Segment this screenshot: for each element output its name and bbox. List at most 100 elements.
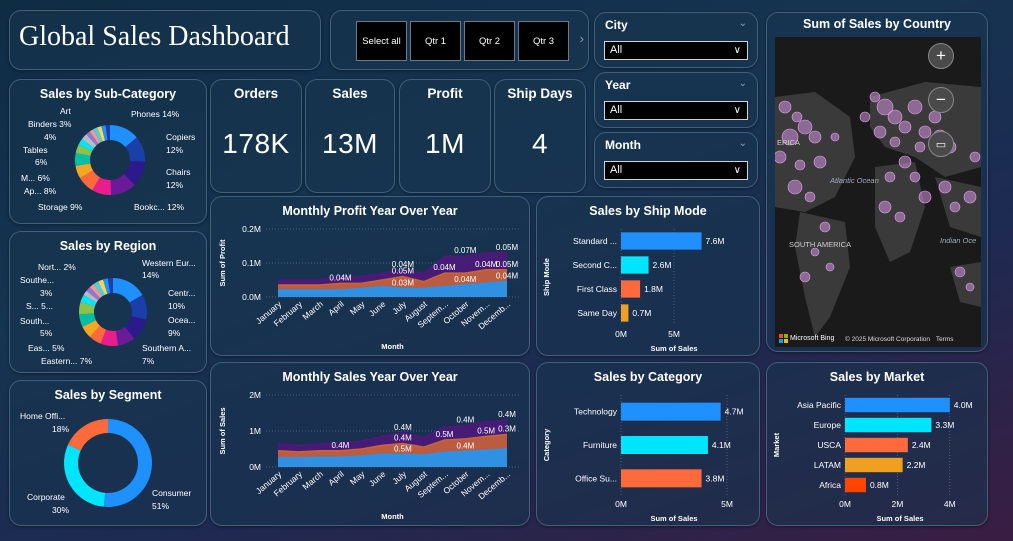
chevron-down-icon[interactable]: ⌄	[739, 18, 747, 29]
zoom-out-button[interactable]: −	[928, 87, 954, 113]
map-canvas[interactable]: ERICA Atlantic Ocean SOUTH AMERICA India…	[775, 37, 981, 347]
map-bubble[interactable]	[787, 179, 803, 195]
chevron-down-icon[interactable]: ⌄	[739, 138, 747, 149]
map-bubble[interactable]	[819, 221, 831, 233]
donut-slice[interactable]	[63, 444, 106, 507]
map-bubble[interactable]	[907, 99, 923, 115]
map-bubble[interactable]	[804, 191, 816, 203]
bar[interactable]	[621, 436, 708, 454]
world-map[interactable]: ERICA Atlantic Ocean SOUTH AMERICA India…	[775, 37, 981, 347]
map-bubble[interactable]	[878, 200, 892, 214]
bar[interactable]	[621, 469, 702, 488]
x-tick-label: May	[348, 298, 367, 316]
bar[interactable]	[845, 417, 932, 433]
map-bubble[interactable]	[859, 111, 871, 123]
map-bubble[interactable]	[873, 125, 887, 139]
map-bubble[interactable]	[808, 130, 822, 144]
x-tick-label: April	[326, 469, 346, 488]
city-dropdown[interactable]: All ∨	[604, 41, 748, 60]
bar[interactable]	[621, 402, 721, 421]
bar[interactable]	[845, 397, 950, 413]
donut-slice[interactable]	[67, 419, 108, 451]
map-bubble[interactable]	[775, 150, 787, 164]
map-bubble[interactable]	[894, 211, 906, 223]
data-label: 0.05M	[392, 267, 415, 276]
month-slicer[interactable]: Month ⌄ All ∨	[594, 132, 758, 188]
map-bubble[interactable]	[949, 201, 961, 213]
map-bubble[interactable]	[810, 247, 820, 257]
qtr3-button[interactable]: Qtr 3	[518, 21, 569, 61]
map-bubble[interactable]	[889, 136, 901, 148]
year-dropdown[interactable]: All ∨	[604, 101, 748, 120]
map-bubble[interactable]	[954, 266, 966, 278]
x-tick-label: March	[300, 469, 325, 492]
year-slicer[interactable]: Year ⌄ All ∨	[594, 72, 758, 128]
microsoft-logo-icon	[779, 334, 788, 343]
map-bubble[interactable]	[938, 180, 952, 194]
map-bubble[interactable]	[791, 111, 803, 123]
bar[interactable]	[845, 437, 908, 453]
category-label: Standard ...	[573, 236, 617, 246]
map-bubble[interactable]	[869, 91, 881, 103]
map-bubble[interactable]	[909, 171, 921, 183]
x-axis-label: Sum of Sales	[876, 514, 923, 523]
monthly-profit-title: Monthly Profit Year Over Year	[282, 204, 458, 218]
value-label: 3.8M	[706, 473, 725, 483]
city-dropdown-value: All	[610, 44, 623, 56]
donut-slice[interactable]	[103, 419, 152, 507]
map-bubble[interactable]	[799, 271, 811, 283]
map-copyright: © 2025 Microsoft Corporation Terms	[845, 336, 954, 343]
data-label: 0.04M	[329, 273, 352, 282]
qtr1-button[interactable]: Qtr 1	[410, 21, 461, 61]
donut-label: Chairs	[166, 167, 191, 177]
map-bubble[interactable]	[884, 171, 896, 183]
map-bubble[interactable]	[963, 190, 977, 204]
bar[interactable]	[621, 256, 649, 274]
map-bubble[interactable]	[830, 132, 840, 142]
y-axis-label: Sum of Sales	[218, 407, 227, 454]
x-tick-label: June	[367, 299, 388, 319]
bar[interactable]	[621, 232, 702, 250]
data-label: 0.04M	[433, 263, 456, 272]
select-all-button[interactable]: Select all	[356, 21, 407, 61]
map-bubble[interactable]	[965, 282, 975, 292]
donut-label: 3%	[40, 288, 53, 298]
donut-label: Ap... 8%	[24, 186, 57, 196]
map-bubble[interactable]	[914, 141, 926, 153]
map-bubble[interactable]	[887, 109, 903, 125]
map-bubble[interactable]	[797, 119, 813, 135]
bar[interactable]	[621, 280, 641, 298]
bar[interactable]	[621, 304, 629, 322]
chevron-right-icon[interactable]: ›	[580, 31, 584, 46]
value-label: 4.1M	[712, 440, 731, 450]
map-bubble[interactable]	[898, 155, 912, 169]
map-bubble[interactable]	[918, 190, 932, 204]
map-bubble[interactable]	[778, 100, 792, 114]
bar[interactable]	[845, 477, 866, 493]
map-bubble[interactable]	[794, 159, 806, 171]
category-label: Second C...	[573, 260, 617, 270]
map-bubble[interactable]	[969, 151, 981, 163]
city-slicer[interactable]: City ⌄ All ∨	[594, 12, 758, 68]
segment-title: Sales by Segment	[54, 388, 162, 402]
month-dropdown[interactable]: All ∨	[604, 161, 748, 180]
bar[interactable]	[845, 457, 903, 473]
qtr2-button[interactable]: Qtr 2	[464, 21, 515, 61]
select-area-button[interactable]: ▭	[928, 131, 954, 157]
subcategory-donut-card: Sales by Sub-Category Art Binders 3% 4% …	[9, 79, 207, 224]
segment-donut-card: Sales by Segment Home Offi... 18% Corpor…	[9, 380, 207, 526]
donut-label: 18%	[52, 424, 69, 434]
ship-mode-chart: 0M 5M Standard ... 7.6M Second C... 2.6M First…	[542, 229, 724, 353]
x-tick-label: 5M	[668, 329, 680, 339]
map-bubble[interactable]	[898, 120, 912, 134]
zoom-in-button[interactable]: +	[928, 43, 954, 69]
monthly-profit-chart: 0.0M0.1M0.2MJanuaryFebruaryMarch April May…	[218, 224, 519, 351]
x-tick-label: 0M	[615, 499, 627, 509]
monthly-profit-card: Monthly Profit Year Over Year 0.0M 0.1M 0.…	[210, 196, 530, 356]
map-bubble[interactable]	[813, 155, 827, 169]
dropdown-arrow-icon: ∨	[733, 105, 741, 116]
chevron-down-icon[interactable]: ⌄	[739, 78, 747, 89]
terms-link[interactable]: Terms	[936, 336, 954, 343]
value-label: 2.4M	[912, 440, 931, 450]
map-bubble[interactable]	[825, 262, 835, 272]
